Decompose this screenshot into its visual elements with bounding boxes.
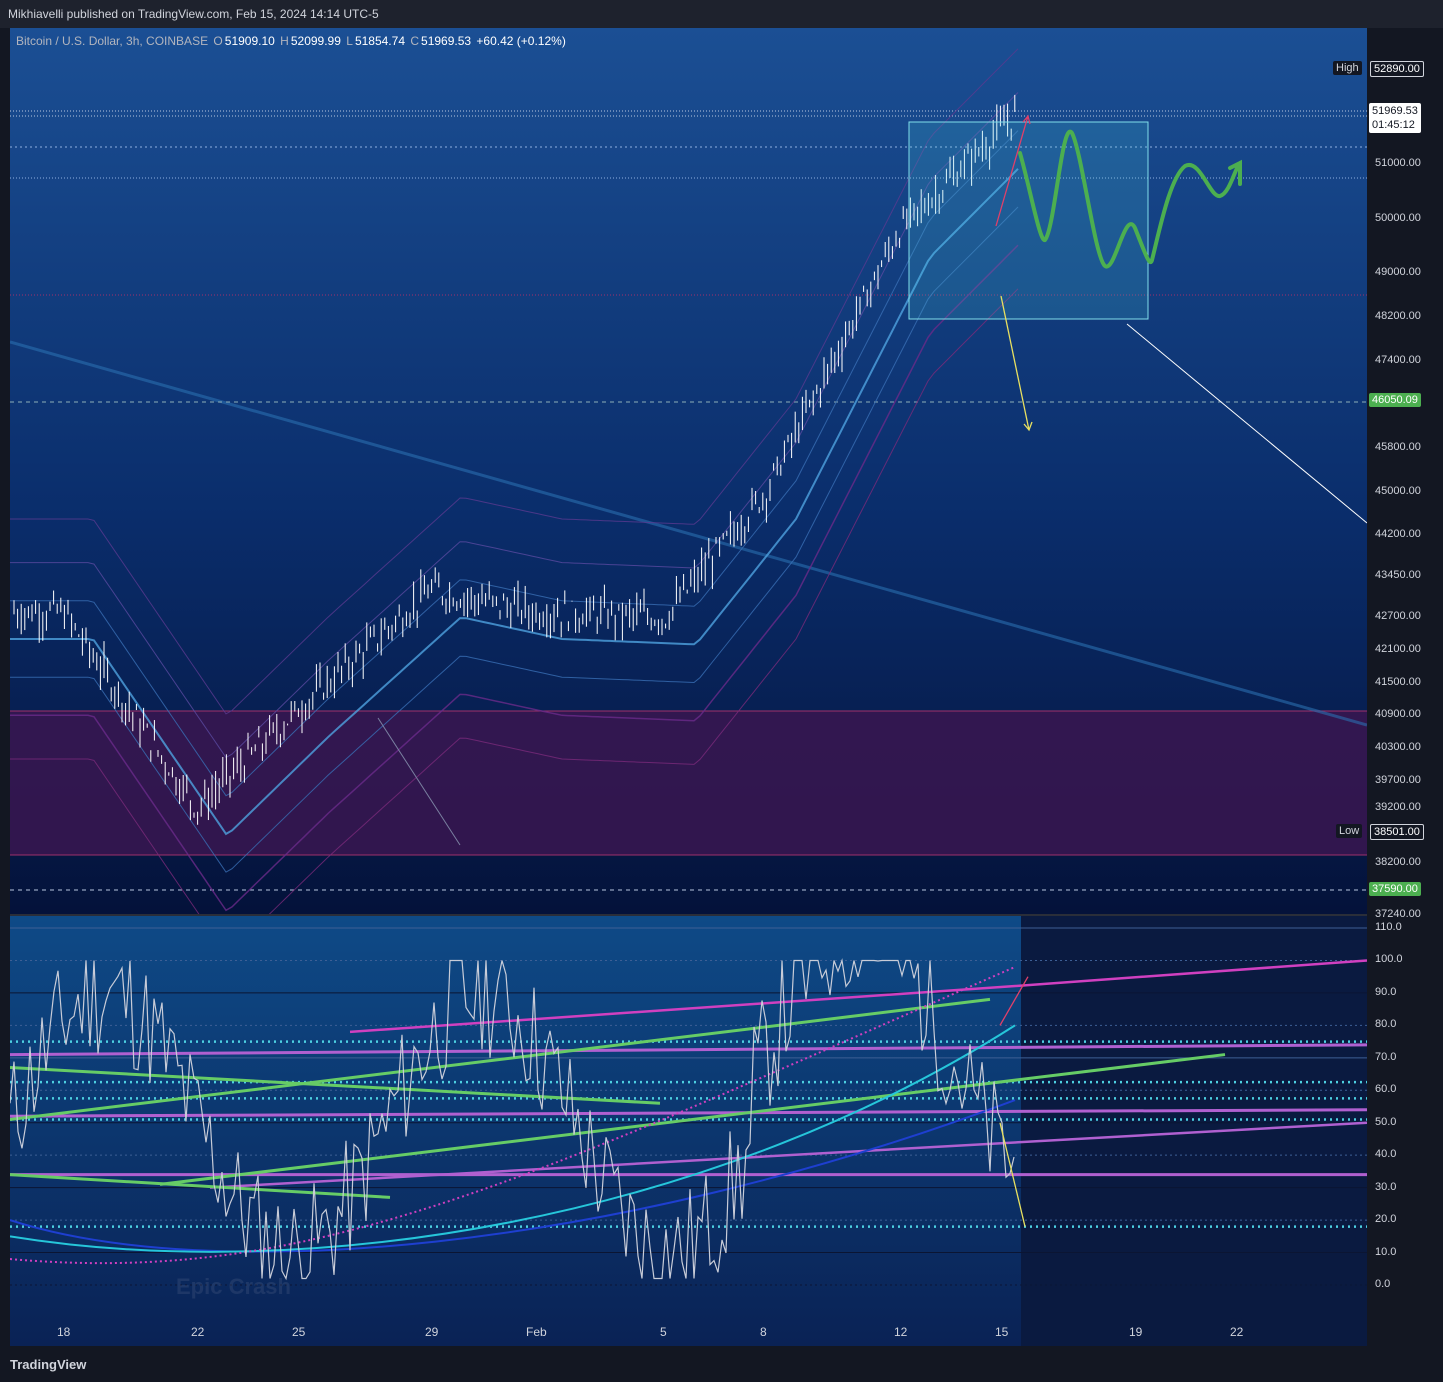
- chart-area[interactable]: [9, 28, 1368, 1346]
- oscillator-axis-label: 70.0: [1375, 1050, 1397, 1063]
- oscillator-axis-label: 20.0: [1375, 1213, 1397, 1226]
- green-tag-46050: 46050.09: [1369, 393, 1421, 407]
- price-axis-label: 45000.00: [1375, 484, 1421, 497]
- time-axis-label: 29: [425, 1325, 439, 1339]
- time-axis-label: 8: [760, 1325, 767, 1339]
- price-axis-label: 39200.00: [1375, 801, 1421, 814]
- price-axis-label: 38200.00: [1375, 855, 1421, 868]
- time-axis-label: 19: [1129, 1325, 1143, 1339]
- last-price-value: 51969.53: [1372, 105, 1418, 117]
- oscillator-axis-label: 80.0: [1375, 1018, 1397, 1031]
- high-label: H: [280, 34, 289, 48]
- time-axis-label: Feb: [526, 1325, 547, 1339]
- high-value: 52099.99: [290, 34, 341, 48]
- price-axis-label: 40300.00: [1375, 741, 1421, 754]
- oscillator-axis-label: 10.0: [1375, 1245, 1397, 1258]
- price-axis-label: 39700.00: [1375, 773, 1421, 786]
- price-axis-label: 50000.00: [1375, 211, 1421, 224]
- low-tag-label: Low: [1336, 824, 1363, 838]
- low-value: 51854.74: [354, 34, 405, 48]
- price-axis-label: 49000.00: [1375, 266, 1421, 279]
- time-axis-label: 25: [292, 1325, 306, 1339]
- close-label: C: [410, 34, 420, 48]
- close-value: 51969.53: [421, 34, 472, 48]
- time-axis-label: 22: [1230, 1325, 1244, 1339]
- price-axis-label: 42700.00: [1375, 610, 1421, 623]
- time-axis-label: 12: [894, 1325, 908, 1339]
- symbol-label: Bitcoin / U.S. Dollar, 3h, COINBASE: [16, 34, 209, 48]
- supply-demand-zone: [10, 711, 1367, 855]
- tradingview-logo[interactable]: TradingView: [10, 1357, 86, 1372]
- high-tag-value: 52890.00: [1370, 61, 1424, 77]
- time-axis-label: 5: [660, 1325, 667, 1339]
- oscillator-axis-label: 40.0: [1375, 1148, 1397, 1161]
- change-value: +60.42 (+0.12%): [476, 34, 566, 48]
- price-axis-label: 45800.00: [1375, 441, 1421, 454]
- time-axis-label: 15: [995, 1325, 1009, 1339]
- price-axis-label: 48200.00: [1375, 310, 1421, 323]
- oscillator-axis-label: 50.0: [1375, 1115, 1397, 1128]
- price-axis-label: 47400.00: [1375, 353, 1421, 366]
- countdown-value: 01:45:12: [1372, 119, 1415, 131]
- oscillator-future-area: [1021, 915, 1367, 1346]
- price-axis-label: 40900.00: [1375, 708, 1421, 721]
- time-axis-label: 18: [57, 1325, 71, 1339]
- price-axis-label: 43450.00: [1375, 569, 1421, 582]
- oscillator-axis-label: 0.0: [1375, 1278, 1391, 1290]
- high-tag-label: High: [1333, 61, 1362, 75]
- oscillator-axis-label: 60.0: [1375, 1083, 1397, 1096]
- price-chart-svg[interactable]: [9, 28, 1368, 1346]
- price-axis-label: 41500.00: [1375, 675, 1421, 688]
- price-axis-label: 42100.00: [1375, 642, 1421, 655]
- ohlc-legend: Bitcoin / U.S. Dollar, 3h, COINBASE O 519…: [16, 34, 568, 48]
- footer: TradingView: [0, 1346, 1443, 1382]
- open-label: O: [213, 34, 223, 48]
- oscillator-axis-label: 100.0: [1375, 953, 1403, 966]
- low-label: L: [346, 34, 353, 48]
- oscillator-axis-label: 110.0: [1375, 921, 1402, 933]
- top-bar: Mikhiavelli published on TradingView.com…: [0, 0, 1443, 28]
- time-axis-label: 22: [191, 1325, 205, 1339]
- low-tag-value: 38501.00: [1370, 824, 1424, 840]
- published-text: Mikhiavelli published on TradingView.com…: [8, 7, 379, 21]
- projection-box[interactable]: [908, 121, 1149, 320]
- price-axis-label: 37240.00: [1375, 908, 1421, 920]
- price-axis-label: 51000.00: [1375, 157, 1421, 170]
- oscillator-axis-label: 30.0: [1375, 1180, 1397, 1193]
- green-tag-37590: 37590.00: [1369, 882, 1421, 896]
- watermark-text: Epic Crash: [176, 1274, 291, 1299]
- oscillator-axis-label: 90.0: [1375, 985, 1397, 998]
- price-axis-label: 44200.00: [1375, 528, 1421, 541]
- open-value: 51909.10: [224, 34, 275, 48]
- last-price-tag: 51969.53 01:45:12: [1369, 103, 1421, 133]
